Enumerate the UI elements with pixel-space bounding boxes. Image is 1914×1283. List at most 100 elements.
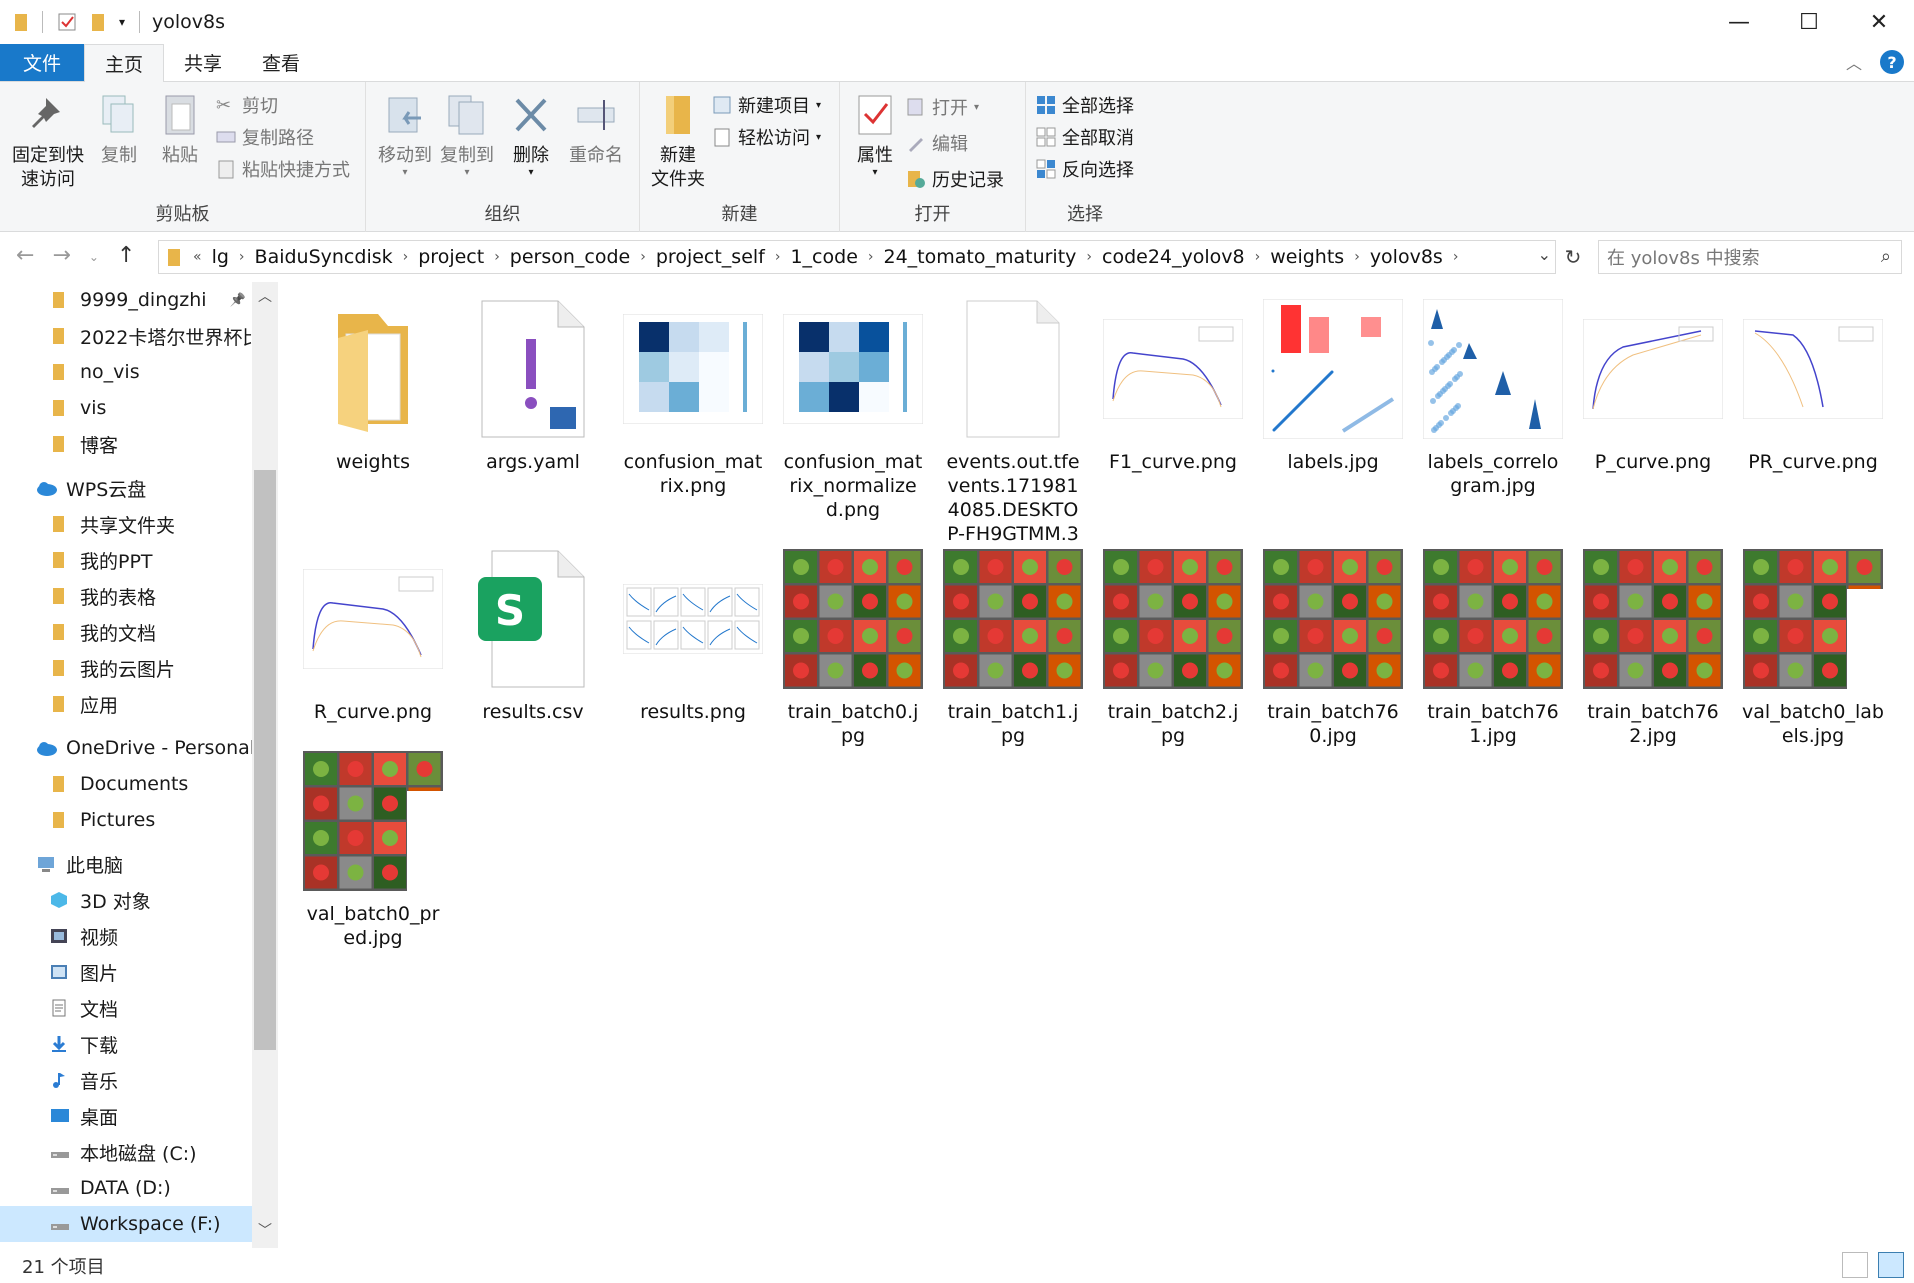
breadcrumb-item[interactable]: yolov8s — [1364, 246, 1449, 268]
tab-file[interactable]: 文件 — [0, 44, 84, 81]
minimize-button[interactable]: — — [1704, 0, 1774, 44]
sidebar-item[interactable]: vis — [0, 390, 252, 426]
help-icon[interactable]: ? — [1880, 50, 1904, 74]
breadcrumb-chevron-icon[interactable]: › — [235, 249, 249, 265]
recent-dropdown-icon[interactable]: ⌄ — [89, 243, 99, 271]
sidebar-item[interactable]: Documents — [0, 766, 252, 802]
copy-button[interactable]: 复制 — [94, 92, 144, 168]
sidebar-item[interactable]: 我的表格 — [0, 578, 252, 614]
breadcrumb-chevron-icon[interactable]: › — [490, 249, 504, 265]
sidebar-item[interactable]: 2022卡塔尔世界杯比赛 — [0, 318, 252, 354]
paste-button[interactable]: 粘贴 — [152, 92, 208, 168]
tab-view[interactable]: 查看 — [242, 44, 320, 81]
sidebar-item[interactable]: 本地磁盘 (C:) — [0, 1134, 252, 1170]
sidebar-item[interactable]: 3D 对象 — [0, 882, 252, 918]
move-to-button[interactable]: 移动到 ▾ — [376, 92, 434, 178]
pin-quick-access-button[interactable]: 固定到快 速访问 — [8, 92, 88, 192]
details-view-button[interactable] — [1842, 1252, 1868, 1278]
breadcrumb-chevron-icon[interactable]: › — [1350, 249, 1364, 265]
file-item[interactable]: F1_curve.png — [1098, 294, 1248, 474]
breadcrumb-chevron-icon[interactable]: › — [864, 249, 878, 265]
address-overflow[interactable]: « — [189, 249, 206, 265]
copy-path-button[interactable]: 复制路径 — [216, 124, 314, 150]
breadcrumb-chevron-icon[interactable]: › — [771, 249, 785, 265]
scroll-down-icon[interactable]: ﹀ — [252, 1220, 278, 1240]
refresh-icon[interactable]: ↻ — [1558, 240, 1588, 274]
breadcrumb-item[interactable]: lg — [206, 246, 235, 268]
new-folder-button[interactable]: 新建 文件夹 — [648, 92, 708, 192]
tab-home[interactable]: 主页 — [84, 44, 165, 82]
file-item[interactable]: train_batch761.jpg — [1418, 544, 1568, 748]
breadcrumb-item[interactable]: 24_tomato_maturity — [878, 246, 1083, 268]
file-item[interactable]: confusion_matrix_normalized.png — [778, 294, 928, 522]
file-item[interactable]: args.yaml — [458, 294, 608, 474]
breadcrumb-item[interactable]: person_code — [504, 246, 636, 268]
paste-shortcut-button[interactable]: 粘贴快捷方式 — [216, 156, 350, 182]
sidebar-item[interactable]: OneDrive - Personal — [0, 730, 252, 766]
tab-share[interactable]: 共享 — [164, 44, 242, 81]
forward-arrow-icon[interactable]: → — [52, 243, 70, 271]
sidebar-item[interactable]: 音乐 — [0, 1062, 252, 1098]
scroll-up-icon[interactable]: ︿ — [252, 286, 278, 306]
copy-to-button[interactable]: 复制到 ▾ — [438, 92, 496, 178]
breadcrumb-item[interactable]: code24_yolov8 — [1096, 246, 1251, 268]
sidebar-item[interactable]: 此电脑 — [0, 846, 252, 882]
invert-selection-button[interactable]: 反向选择 — [1036, 156, 1134, 182]
sidebar-item[interactable]: 文档 — [0, 990, 252, 1026]
sidebar-item[interactable]: no_vis — [0, 354, 252, 390]
sidebar-item[interactable]: 我的云图片 — [0, 650, 252, 686]
file-item[interactable]: val_batch0_pred.jpg — [298, 746, 448, 950]
close-button[interactable]: ✕ — [1844, 0, 1914, 44]
address-bar[interactable]: « lg › BaiduSyncdisk › project › person_code › p… — [158, 240, 1556, 274]
edit-button[interactable]: 编辑 — [906, 130, 968, 156]
file-item[interactable]: weights — [298, 294, 448, 474]
sidebar-item[interactable]: 共享文件夹 — [0, 506, 252, 542]
file-item[interactable]: val_batch0_labels.jpg — [1738, 544, 1888, 748]
breadcrumb-chevron-icon[interactable]: › — [1449, 249, 1463, 265]
sidebar-item[interactable]: 9999_dingzhi 📌 — [0, 282, 252, 318]
sidebar-item[interactable]: 视频 — [0, 918, 252, 954]
breadcrumb-item[interactable]: BaiduSyncdisk — [249, 246, 399, 268]
file-item[interactable]: results.png — [618, 544, 768, 724]
sidebar-item[interactable]: 应用 — [0, 686, 252, 722]
file-item[interactable]: train_batch762.jpg — [1578, 544, 1728, 748]
easy-access-button[interactable]: 轻松访问 ▾ — [712, 124, 821, 150]
select-all-button[interactable]: 全部选择 — [1036, 92, 1134, 118]
rename-button[interactable]: 重命名 — [564, 92, 628, 168]
select-none-button[interactable]: 全部取消 — [1036, 124, 1134, 150]
cut-button[interactable]: ✂ 剪切 — [216, 92, 278, 118]
file-item[interactable]: train_batch2.jpg — [1098, 544, 1248, 748]
history-button[interactable]: 历史记录 — [906, 166, 1004, 192]
file-item[interactable]: confusion_matrix.png — [618, 294, 768, 498]
breadcrumb-item[interactable]: project — [412, 246, 490, 268]
collapse-ribbon-icon[interactable]: ︿ — [1846, 50, 1862, 74]
sidebar-item[interactable]: DATA (D:) — [0, 1170, 252, 1206]
up-arrow-icon[interactable]: ↑ — [117, 243, 135, 271]
file-item[interactable]: R_curve.png — [298, 544, 448, 724]
file-item[interactable]: train_batch0.jpg — [778, 544, 928, 748]
delete-button[interactable]: 删除 ▾ — [506, 92, 556, 178]
breadcrumb-chevron-icon[interactable]: › — [636, 249, 650, 265]
breadcrumb-item[interactable]: 1_code — [784, 246, 863, 268]
file-item[interactable]: P_curve.png — [1578, 294, 1728, 474]
sidebar-item[interactable]: Pictures — [0, 802, 252, 838]
file-item[interactable]: PR_curve.png — [1738, 294, 1888, 474]
new-folder-icon[interactable] — [91, 12, 105, 32]
sidebar-item[interactable]: 我的文档 — [0, 614, 252, 650]
qat-dropdown-icon[interactable]: ▾ — [119, 15, 125, 29]
properties-check-icon[interactable] — [57, 12, 77, 32]
breadcrumb-item[interactable]: project_self — [650, 246, 771, 268]
file-item[interactable]: labels_correlogram.jpg — [1418, 294, 1568, 498]
breadcrumb-chevron-icon[interactable]: › — [1082, 249, 1096, 265]
file-item[interactable]: train_batch760.jpg — [1258, 544, 1408, 748]
sidebar-item[interactable]: 桌面 — [0, 1098, 252, 1134]
search-input[interactable]: 在 yolov8s 中搜索 ⌕ — [1598, 240, 1902, 274]
address-dropdown-icon[interactable]: ⌄ — [1538, 245, 1551, 264]
sidebar-item[interactable]: 我的PPT — [0, 542, 252, 578]
properties-button[interactable]: 属性 ▾ — [850, 92, 900, 178]
open-button[interactable]: 打开 ▾ — [906, 94, 979, 120]
sidebar-item[interactable]: 下载 — [0, 1026, 252, 1062]
sidebar-scrollbar[interactable]: ︿ ﹀ — [252, 282, 278, 1248]
file-item[interactable]: events.out.tfevents.1719814085.DESKTOP-F… — [938, 294, 1088, 570]
maximize-button[interactable]: ☐ — [1774, 0, 1844, 44]
